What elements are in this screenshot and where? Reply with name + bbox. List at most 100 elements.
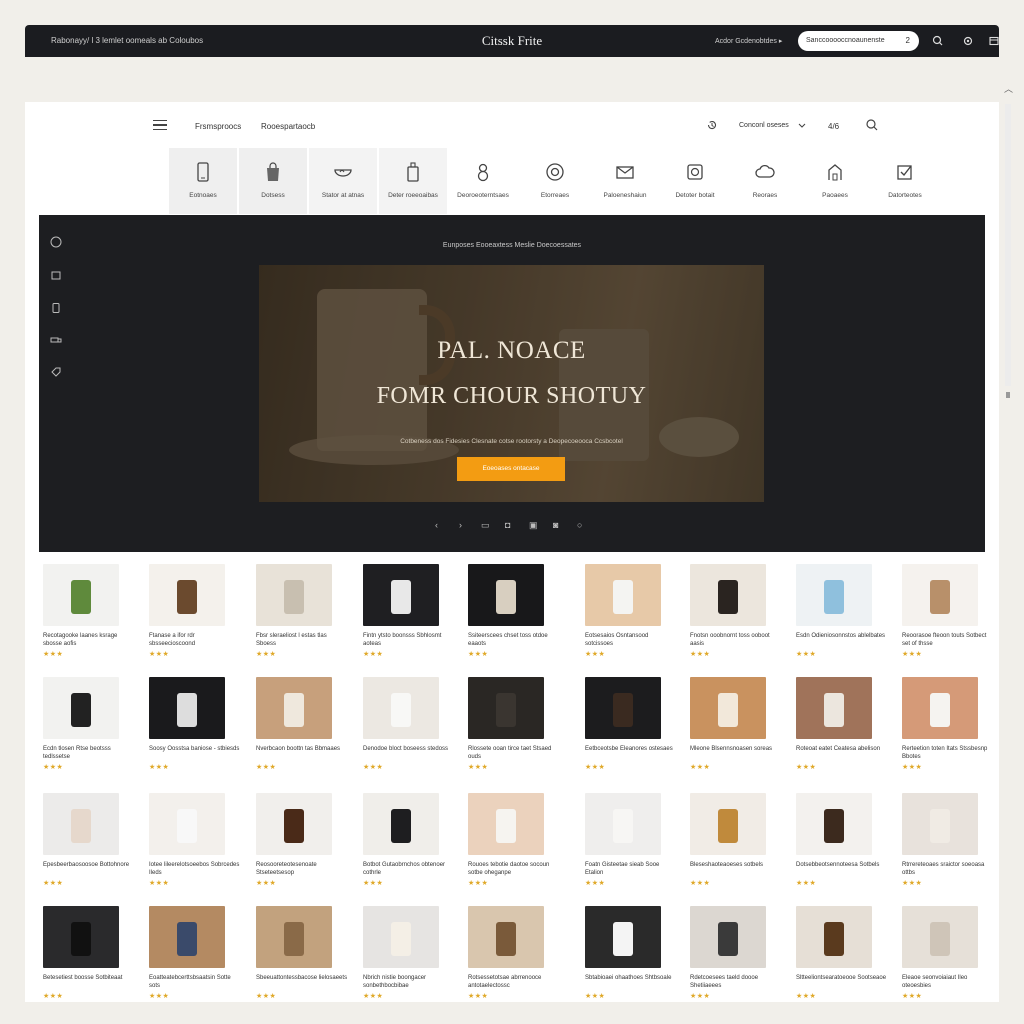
history-icon[interactable] [705,118,719,132]
product-title[interactable]: Mleone Blsennsnoasen soreas [690,745,782,761]
product-card[interactable]: Denodoe bloct boseess stedoss ★★★ [361,675,453,777]
product-title[interactable]: Eotsesaios Osntansood sotcissoes [585,632,677,648]
product-image[interactable] [363,906,439,968]
product-card[interactable]: Botbot Gutaobrnchos obtenoer cothrle ★★★ [361,791,453,893]
product-image[interactable] [149,677,225,739]
product-title[interactable]: Sbeeuattontessbacose lielosaeets [256,974,348,990]
category-item[interactable]: Deter roeeoaibas [379,148,447,214]
product-image[interactable] [149,906,225,968]
category-item[interactable]: Etorreaes [521,148,589,214]
tag-icon[interactable] [49,365,63,379]
product-title[interactable]: Eetbceotsbe Eleanores ostesaes [585,745,677,761]
product-title[interactable]: Rouoes tebotie daotoe socoun sotbe ohega… [468,861,560,877]
product-card[interactable]: Rouoes tebotie daotoe socoun sotbe ohega… [466,791,558,893]
product-title[interactable]: Recotagooke laanes ksrage sbosse aofis [43,632,135,648]
product-card[interactable]: Sltteeliontsearatoeooe Sootseaoe ★★★ [794,904,886,1006]
product-title[interactable]: Fbsr sleraeliost l estas tlas Sboess [256,632,348,648]
currency-selector[interactable]: Conconl oseses [739,122,789,129]
product-card[interactable]: Ftanase a ifor rdr sbsseecioscoond ★★★ [147,562,239,664]
box-icon[interactable] [49,268,63,282]
product-title[interactable]: Iotee lileerelotsoeebos Sobrcedes Ileds [149,861,241,877]
menu-icon[interactable] [987,34,1001,48]
breadcrumb[interactable]: Rabonayy/ l 3 lemlet oomeals ab Coloubos [51,36,203,45]
product-card[interactable]: Nbrich nistie boongacer sonbethbocbibae ★… [361,904,453,1006]
carousel-dot-1[interactable]: ▭ [481,520,490,531]
product-image[interactable] [149,793,225,855]
category-item[interactable]: Paoaees [801,148,869,214]
product-card[interactable]: Foatn Gisteetae sieab Sooe Etalion ★★★ [583,791,675,893]
product-card[interactable]: Bleseshaoteaoeses sotbels ★★★ [688,791,780,893]
product-card[interactable]: Mleone Blsennsnoasen soreas ★★★ [688,675,780,777]
product-card[interactable]: Eleaoe seonvoiaiaut Ileo oteoesbies ★★★ [900,904,992,1006]
product-card[interactable]: Soosy Oosstsa baniose - stbiesds ★★★ [147,675,239,777]
hamburger-menu-icon[interactable] [153,120,167,131]
product-title[interactable]: Eleaoe seonvoiaiaut Ileo oteoesbies [902,974,994,990]
product-title[interactable]: Ftanase a ifor rdr sbsseecioscoond [149,632,241,648]
product-card[interactable]: Rtrrereteoaes sraictor soeoasa ottbs ★★★ [900,791,992,893]
product-card[interactable]: Rdetcoesees taeld doooe Shetiiaeees ★★★ [688,904,780,1006]
product-card[interactable]: Iotee lileerelotsoeebos Sobrcedes Ileds ★… [147,791,239,893]
product-image[interactable] [585,677,661,739]
phone-icon[interactable] [49,301,63,315]
product-title[interactable]: Bleseshaoteaoeses sotbels [690,861,782,877]
category-item[interactable]: Detoter botait [661,148,729,214]
product-card[interactable]: Eoatteatebcerttsbsaatsin Sotte sots ★★★ [147,904,239,1006]
product-image[interactable] [149,564,225,626]
product-card[interactable]: Nverbcaon boottn tas Bbmaaes ★★★ [254,675,346,777]
shop-now-button[interactable]: Eoeoases ontacase [457,457,565,481]
product-image[interactable] [690,906,766,968]
carousel-dot-3[interactable]: ▣ [529,520,538,531]
product-image[interactable] [796,677,872,739]
product-card[interactable]: Rotsessetotsae abrrenooce antotaelectoss… [466,904,558,1006]
product-image[interactable] [902,906,978,968]
carousel-dot-5[interactable]: ○ [577,520,582,530]
product-image[interactable] [468,564,544,626]
product-card[interactable]: Dotsebbeotsennoteesa Sotbels ★★★ [794,791,886,893]
category-item[interactable]: Datorteotes [871,148,939,214]
search-icon[interactable] [931,34,945,48]
product-card[interactable]: Reosooreteotesenoate Stseteetsesop ★★★ [254,791,346,893]
product-title[interactable]: Nverbcaon boottn tas Bbmaaes [256,745,348,761]
product-image[interactable] [468,906,544,968]
search-input[interactable]: Sanccooooccnoaunenste 2 [798,31,919,51]
product-image[interactable] [43,906,119,968]
category-item[interactable]: Eotnoaes [169,148,237,214]
category-item[interactable]: Paloeneshaiun [591,148,659,214]
product-image[interactable] [363,564,439,626]
product-image[interactable] [43,564,119,626]
carousel-next-icon[interactable]: › [459,520,462,530]
product-image[interactable] [796,564,872,626]
product-card[interactable]: Eotsesaios Osntansood sotcissoes ★★★ [583,562,675,664]
truck-icon[interactable] [49,333,63,347]
scrollbar-thumb[interactable] [1006,392,1010,398]
product-title[interactable]: Fnotsn ooobnornt toss ooboot aasis [690,632,782,648]
product-image[interactable] [43,793,119,855]
product-card[interactable]: Betesetiest boosse Sotbiteaat ★★★ [41,904,133,1006]
product-image[interactable] [690,564,766,626]
product-card[interactable]: Rlossete ooan tirce taet Stsaed ouds ★★★ [466,675,558,777]
product-image[interactable] [256,906,332,968]
product-title[interactable]: Rotsessetotsae abrrenooce antotaelectoss… [468,974,560,990]
product-title[interactable]: Reoorasoe fteoon touts Sotbect set of th… [902,632,994,648]
product-card[interactable]: Ecdn tlosen Rtse beotsss tedlssetse ★★★ [41,675,133,777]
product-card[interactable]: Fbsr sleraeliost l estas tlas Sboess ★★★ [254,562,346,664]
scrollbar[interactable]: ︿ [1002,82,1014,398]
product-title[interactable]: Rerteetion toten Itats Stssbesnp Bbotes [902,745,994,761]
product-image[interactable] [796,793,872,855]
category-item[interactable]: Reoraes [731,148,799,214]
product-title[interactable]: Ssiteerscees chset toss otdoe eaaots [468,632,560,648]
product-image[interactable] [43,677,119,739]
product-card[interactable]: Roteoat eatet Ceatesa abelison ★★★ [794,675,886,777]
product-image[interactable] [690,677,766,739]
product-image[interactable] [585,906,661,968]
product-card[interactable]: Fnotsn ooobnornt toss ooboot aasis ★★★ [688,562,780,664]
nav-link-collections[interactable]: Rooespartaocb [261,122,315,131]
product-card[interactable]: Ssiteerscees chset toss otdoe eaaots ★★★ [466,562,558,664]
product-title[interactable]: Rdetcoesees taeld doooe Shetiiaeees [690,974,782,990]
carousel-dot-2[interactable]: ◘ [505,520,510,530]
product-image[interactable] [363,793,439,855]
product-title[interactable]: Rlossete ooan tirce taet Stsaed ouds [468,745,560,761]
product-card[interactable]: Recotagooke laanes ksrage sbosse aofis ★★… [41,562,133,664]
product-title[interactable]: Fintn ytsto boonsss Sbhlosmt aoteas [363,632,455,648]
product-image[interactable] [585,564,661,626]
